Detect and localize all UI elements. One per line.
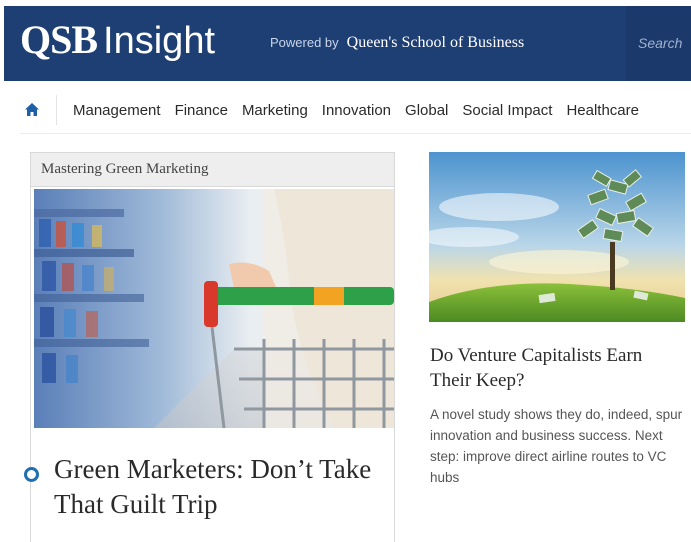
site-header: QSB Insight Powered by Queen's School of… <box>4 6 691 81</box>
nav-item-social-impact[interactable]: Social Impact <box>462 102 552 119</box>
main-nav: Management Finance Marketing Innovation … <box>20 92 691 128</box>
bullet-circle-icon <box>24 467 39 482</box>
logo-qsb-text: QSB <box>20 17 98 62</box>
shopping-cart-image[interactable] <box>34 189 394 428</box>
nav-item-marketing[interactable]: Marketing <box>242 102 308 119</box>
logo-insight-text: Insight <box>103 20 216 62</box>
featured-headline[interactable]: Green Marketers: Don’t Take That Guilt T… <box>54 452 384 522</box>
money-tree-image[interactable] <box>429 152 685 322</box>
search-input[interactable] <box>638 32 691 54</box>
nav-divider <box>56 95 57 125</box>
series-label[interactable]: Mastering Green Marketing <box>31 153 394 187</box>
powered-by-label: Powered by <box>270 35 339 50</box>
school-name: Queen's School of Business <box>346 34 525 51</box>
nav-item-innovation[interactable]: Innovation <box>322 102 391 119</box>
nav-item-global[interactable]: Global <box>405 102 448 119</box>
search-area <box>626 6 691 81</box>
nav-item-healthcare[interactable]: Healthcare <box>566 102 639 119</box>
nav-item-finance[interactable]: Finance <box>175 102 228 119</box>
nav-item-management[interactable]: Management <box>73 102 161 119</box>
home-icon[interactable] <box>24 102 40 118</box>
site-logo[interactable]: QSB Insight <box>20 16 215 70</box>
powered-by[interactable]: Powered by Queen's School of Business <box>270 34 524 52</box>
nav-rule <box>20 133 691 134</box>
secondary-summary: A novel study shows they do, indeed, spu… <box>430 407 683 485</box>
secondary-headline[interactable]: Do Venture Capitalists Earn Their Keep? <box>430 343 685 393</box>
